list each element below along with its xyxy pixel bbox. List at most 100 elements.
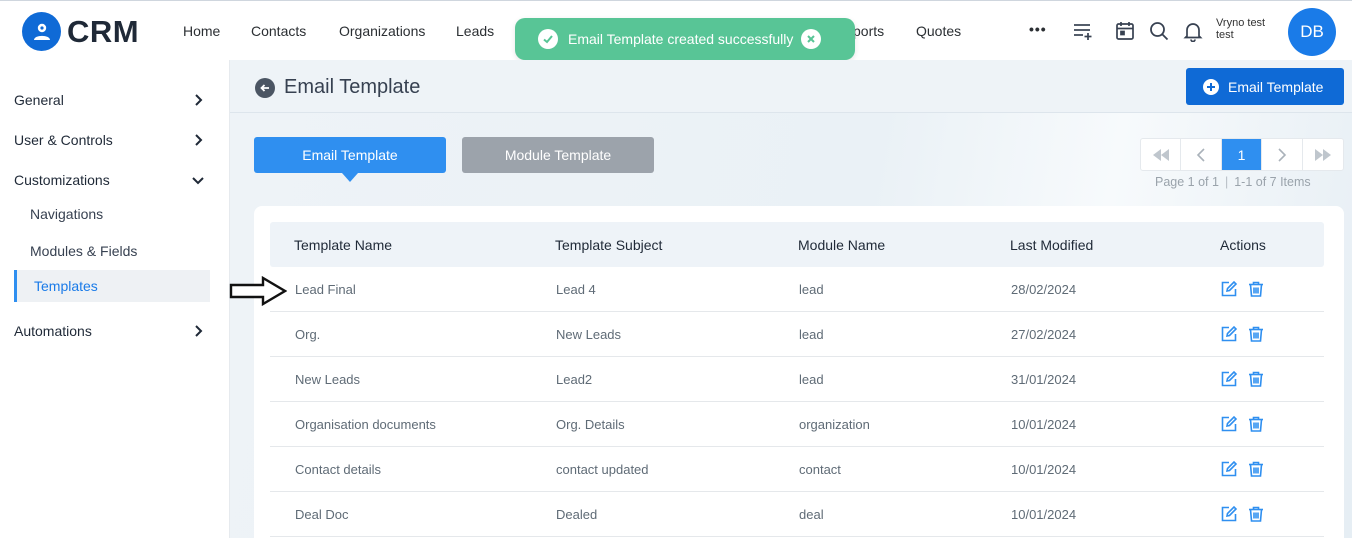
add-email-template-button[interactable]: Email Template <box>1186 68 1344 105</box>
template-name-cell[interactable]: New Leads <box>295 372 360 387</box>
pointer-arrow-icon <box>229 276 287 306</box>
chevron-down-icon[interactable] <box>190 172 206 188</box>
search-icon[interactable] <box>1147 19 1171 43</box>
plus-circle-icon <box>1203 78 1219 95</box>
sidebar-item-templates[interactable]: Templates <box>14 270 210 302</box>
template-name-cell[interactable]: Lead Final <box>295 282 356 297</box>
template-subject-cell: Lead 4 <box>556 282 596 297</box>
table-row[interactable]: Deal Doc Dealed deal 10/01/2024 <box>270 492 1324 537</box>
sidebar-item-automations[interactable]: Automations <box>14 323 92 339</box>
module-name-cell: organization <box>799 417 870 432</box>
current-page-button[interactable]: 1 <box>1221 139 1263 170</box>
nav-reports[interactable]: ports <box>853 23 884 39</box>
table-row[interactable]: Organisation documents Org. Details organi… <box>270 402 1324 447</box>
column-header-last-modified[interactable]: Last Modified <box>1010 237 1093 253</box>
last-page-button[interactable] <box>1303 139 1343 170</box>
check-circle-icon <box>538 29 558 49</box>
last-modified-cell: 27/02/2024 <box>1011 327 1077 342</box>
page-header: Email Template Email Template <box>230 60 1352 113</box>
chevron-right-icon[interactable] <box>190 92 206 108</box>
last-modified-cell: 10/01/2024 <box>1011 417 1077 432</box>
module-name-cell: contact <box>799 462 841 477</box>
logo-text: CRM <box>67 13 140 49</box>
trash-icon[interactable] <box>1247 280 1265 298</box>
module-name-cell: lead <box>799 372 824 387</box>
chevron-right-icon[interactable] <box>190 132 206 148</box>
crm-logo-icon <box>22 12 61 51</box>
calendar-icon[interactable] <box>1113 19 1137 43</box>
table-row[interactable]: New Leads Lead2 lead 31/01/2024 <box>270 357 1324 402</box>
last-modified-cell: 10/01/2024 <box>1011 507 1077 522</box>
nav-organizations[interactable]: Organizations <box>339 23 425 39</box>
sidebar-item-navigations[interactable]: Navigations <box>30 206 103 222</box>
trash-icon[interactable] <box>1247 415 1265 433</box>
column-header-module-name[interactable]: Module Name <box>798 237 885 253</box>
template-name-cell[interactable]: Organisation documents <box>295 417 436 432</box>
template-subject-cell: Lead2 <box>556 372 593 387</box>
template-subject-cell: Dealed <box>556 507 598 522</box>
table-row[interactable]: Contact details contact updated contact 10/… <box>270 447 1324 492</box>
edit-icon[interactable] <box>1220 280 1238 298</box>
pagination: 1 <box>1140 138 1344 171</box>
template-subject-cell: Org. Details <box>556 417 625 432</box>
table-row[interactable]: Lead Final Lead 4 lead 28/02/2024 <box>270 267 1324 312</box>
nav-home[interactable]: Home <box>183 23 220 39</box>
trash-icon[interactable] <box>1247 505 1265 523</box>
module-name-cell: lead <box>799 282 824 297</box>
template-subject-cell: contact updated <box>556 462 649 477</box>
nav-quotes[interactable]: Quotes <box>916 23 961 39</box>
nav-leads[interactable]: Leads <box>456 23 494 39</box>
back-arrow-icon[interactable] <box>255 78 275 98</box>
tab-email-template[interactable]: Email Template <box>254 137 446 182</box>
add-button-label: Email Template <box>1228 78 1324 95</box>
pagination-info: Page 1 of 1 | 1-1 of 7 Items <box>1155 175 1311 189</box>
template-name-cell[interactable]: Deal Doc <box>295 507 348 522</box>
edit-icon[interactable] <box>1220 415 1238 433</box>
page-info: Page 1 of 1 <box>1155 175 1219 189</box>
column-header-template-name[interactable]: Template Name <box>294 237 392 253</box>
module-name-cell: deal <box>799 507 824 522</box>
user-name: Vryno test test <box>1216 17 1266 41</box>
first-page-button[interactable] <box>1141 139 1182 170</box>
column-header-actions: Actions <box>1220 237 1266 253</box>
nav-contacts[interactable]: Contacts <box>251 23 306 39</box>
add-list-icon[interactable] <box>1071 19 1095 43</box>
last-modified-cell: 31/01/2024 <box>1011 372 1077 387</box>
module-name-cell: lead <box>799 327 824 342</box>
trash-icon[interactable] <box>1247 460 1265 478</box>
bell-icon[interactable] <box>1181 19 1205 43</box>
items-info: 1-1 of 7 Items <box>1234 175 1311 189</box>
edit-icon[interactable] <box>1220 325 1238 343</box>
chevron-right-icon[interactable] <box>190 323 206 339</box>
edit-icon[interactable] <box>1220 370 1238 388</box>
close-icon[interactable] <box>801 29 822 49</box>
last-modified-cell: 28/02/2024 <box>1011 282 1077 297</box>
column-header-template-subject[interactable]: Template Subject <box>555 237 662 253</box>
edit-icon[interactable] <box>1220 505 1238 523</box>
sidebar-item-general[interactable]: General <box>14 92 64 108</box>
toast-message: Email Template created successfully <box>568 31 794 47</box>
tab-module-template[interactable]: Module Template <box>462 137 654 173</box>
sidebar-item-label: Templates <box>34 278 98 294</box>
sidebar-item-user-controls[interactable]: User & Controls <box>14 132 113 148</box>
edit-icon[interactable] <box>1220 460 1238 478</box>
prev-page-button[interactable] <box>1181 139 1222 170</box>
settings-sidebar: General User & Controls Customizations N… <box>0 60 230 538</box>
main-content: Email Template Email Template Email Temp… <box>230 60 1352 538</box>
avatar[interactable]: DB <box>1288 8 1336 56</box>
sidebar-item-modules-fields[interactable]: Modules & Fields <box>30 243 137 259</box>
trash-icon[interactable] <box>1247 370 1265 388</box>
more-menu-icon[interactable]: ••• <box>1029 21 1047 37</box>
pagination-separator: | <box>1224 175 1229 189</box>
next-page-button[interactable] <box>1262 139 1303 170</box>
template-name-cell[interactable]: Contact details <box>295 462 381 477</box>
page-title: Email Template <box>284 76 421 98</box>
template-name-cell[interactable]: Org. <box>295 327 320 342</box>
sidebar-item-customizations[interactable]: Customizations <box>14 172 110 188</box>
table-row[interactable]: Org. New Leads lead 27/02/2024 <box>270 312 1324 357</box>
table-header: Template Name Template Subject Module Na… <box>270 222 1324 267</box>
crm-logo[interactable]: CRM <box>22 12 139 51</box>
trash-icon[interactable] <box>1247 325 1265 343</box>
template-subject-cell: New Leads <box>556 327 622 342</box>
last-modified-cell: 10/01/2024 <box>1011 462 1077 477</box>
